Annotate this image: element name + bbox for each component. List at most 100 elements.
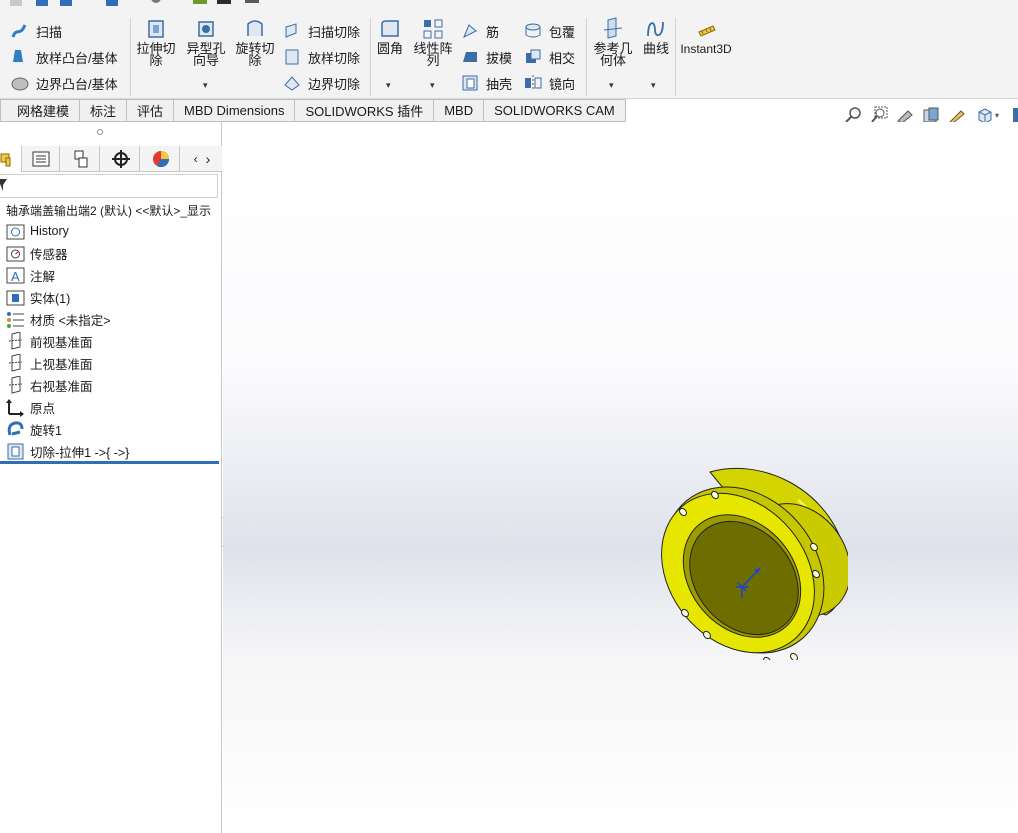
command-tabs: 网格建模 标注 评估 MBD Dimensions SOLIDWORKS 插件 … — [0, 99, 626, 122]
tree-item-material[interactable]: 材质 <未指定> — [6, 308, 111, 330]
loft-icon — [13, 50, 23, 62]
annotation-icon: A — [6, 267, 25, 284]
wrap-button[interactable]: 包覆 — [523, 20, 575, 42]
chevron-right-icon[interactable]: › — [206, 151, 211, 167]
tab-display-manager[interactable] — [142, 146, 180, 172]
tab-markup[interactable]: 标注 — [80, 99, 128, 122]
feature-manager-panel: ‹ › 轴承端盖输出端2 (默认) <<默认>_显示 History 传感器 A … — [0, 122, 222, 833]
tab-dimxpert-manager[interactable] — [102, 146, 140, 172]
svg-text:A: A — [11, 269, 20, 284]
curves-label: 曲线 — [642, 41, 669, 56]
curves-dropdown[interactable]: ▾ — [651, 80, 656, 91]
revolve-cut-label: 旋转切 除 — [235, 41, 275, 68]
tab-mbd[interactable]: MBD — [434, 99, 485, 122]
tab-solidworks-cam[interactable]: SOLIDWORKS CAM — [484, 99, 626, 122]
tab-property-manager[interactable] — [22, 146, 60, 172]
tab-mesh-modeling[interactable]: 网格建模 — [0, 99, 81, 122]
swept-cut-button[interactable]: 扫描切除 — [282, 20, 360, 42]
rib-label: 筋 — [486, 24, 500, 40]
swept-cut-icon — [285, 23, 297, 38]
instant3d-button[interactable]: Instant3D — [680, 16, 732, 55]
tree-root-part[interactable]: 轴承端盖输出端2 (默认) <<默认>_显示 — [6, 202, 211, 219]
tree-item-revolve1[interactable]: 旋转1 — [6, 418, 62, 440]
sweep-button[interactable]: 扫描 — [10, 20, 62, 42]
rollback-bar[interactable] — [0, 461, 219, 464]
panel-tabs: ‹ › — [0, 146, 222, 172]
tab-evaluate[interactable]: 评估 — [127, 99, 175, 122]
linear-pattern-dropdown[interactable]: ▾ — [430, 80, 435, 91]
instant3d-icon — [698, 25, 716, 37]
linear-pattern-label: 线性阵 列 — [413, 41, 453, 68]
chevron-left-icon[interactable]: ‹ — [194, 152, 198, 166]
tab-solidworks-addins[interactable]: SOLIDWORKS 插件 — [295, 99, 435, 122]
tree-item-label: 上视基准面 — [30, 357, 93, 372]
tree-item-label: 前视基准面 — [30, 335, 93, 350]
tree-item-label: 注解 — [30, 269, 56, 284]
fillet-label: 圆角 — [376, 41, 403, 56]
tab-configuration-manager[interactable] — [62, 146, 100, 172]
sweep-icon — [11, 24, 27, 38]
tree-item-top-plane[interactable]: 上视基准面 — [6, 352, 93, 374]
extrude-cut-icon — [148, 20, 164, 38]
rebuild-icon[interactable] — [148, 0, 164, 8]
tree-item-front-plane[interactable]: 前视基准面 — [6, 330, 93, 352]
tab-scroll-arrows[interactable]: ‹ › — [182, 146, 222, 172]
extrude-cut-label: 拉伸切 除 — [136, 41, 176, 68]
tree-item-label: 材质 <未指定> — [30, 313, 111, 328]
wrap-label: 包覆 — [549, 24, 576, 40]
undo-icon[interactable] — [8, 0, 24, 8]
tree-item-solid-bodies[interactable]: 实体(1) — [6, 286, 70, 308]
reference-geometry-dropdown[interactable]: ▾ — [609, 80, 614, 91]
draft-button[interactable]: 拔模 — [460, 46, 512, 68]
tree-item-label: 原点 — [30, 401, 56, 416]
mirror-button[interactable]: 镜向 — [523, 72, 575, 94]
shell-button[interactable]: 抽壳 — [460, 72, 512, 94]
fillet-dropdown[interactable]: ▾ — [386, 80, 391, 91]
tab-feature-manager[interactable] — [0, 146, 22, 172]
mirror-label: 镜向 — [549, 76, 576, 92]
tree-item-annotations[interactable]: A 注解 — [6, 264, 55, 286]
boundary-boss-button[interactable]: 边界凸台/基体 — [10, 72, 118, 94]
linear-pattern-button[interactable]: 线性阵 列 — [411, 16, 455, 67]
swept-cut-label: 扫描切除 — [308, 24, 361, 40]
tree-filter-field[interactable] — [0, 174, 218, 198]
part-model[interactable] — [648, 460, 848, 660]
intersect-button[interactable]: 相交 — [523, 46, 575, 68]
extrude-cut-button[interactable]: 拉伸切 除 — [136, 16, 176, 67]
tab-mbd-dimensions[interactable]: MBD Dimensions — [174, 99, 296, 122]
file-icon[interactable] — [34, 0, 50, 8]
hole-wizard-button[interactable]: 异型孔 向导 — [183, 16, 229, 67]
rib-button[interactable]: 筋 — [460, 20, 499, 42]
scene-icon[interactable] — [216, 0, 232, 8]
filter-icon — [0, 179, 7, 191]
solid-bodies-icon — [6, 290, 25, 305]
lofted-cut-label: 放样切除 — [308, 50, 361, 66]
tree-item-cut-extrude1[interactable]: 切除-拉伸1 ->{ ->} — [6, 440, 129, 462]
hole-wizard-label: 异型孔 向导 — [186, 41, 226, 68]
appearance-icon[interactable] — [192, 0, 208, 8]
view-icon[interactable] — [104, 0, 120, 8]
tree-root-label: 轴承端盖输出端2 (默认) <<默认>_显示 — [6, 204, 212, 218]
tree-item-label: 右视基准面 — [30, 379, 93, 394]
tree-item-sensors[interactable]: 传感器 — [6, 242, 68, 264]
loft-boss-button[interactable]: 放样凸台/基体 — [10, 46, 118, 68]
linear-pattern-icon — [423, 19, 443, 39]
tree-item-right-plane[interactable]: 右视基准面 — [6, 374, 93, 396]
revolve-icon — [7, 420, 24, 435]
display-icon[interactable] — [244, 0, 260, 8]
new-doc-icon[interactable] — [58, 0, 74, 8]
panel-grip-handle[interactable] — [97, 129, 103, 135]
graphics-viewport[interactable] — [223, 122, 1018, 833]
hole-wizard-dropdown[interactable]: ▾ — [203, 80, 208, 91]
fillet-icon — [381, 20, 399, 37]
fillet-button[interactable]: 圆角 — [374, 16, 406, 55]
rib-icon — [463, 24, 477, 39]
reference-geometry-button[interactable]: 参考几 何体 — [591, 16, 635, 67]
curves-button[interactable]: 曲线 — [640, 16, 672, 55]
tree-item-history[interactable]: History — [6, 220, 69, 242]
lofted-cut-button[interactable]: 放样切除 — [282, 46, 360, 68]
tree-item-origin[interactable]: 原点 — [6, 396, 55, 418]
tree-item-label: 旋转1 — [30, 423, 62, 438]
revolve-cut-button[interactable]: 旋转切 除 — [234, 16, 276, 67]
boundary-cut-button[interactable]: 边界切除 — [282, 72, 360, 94]
